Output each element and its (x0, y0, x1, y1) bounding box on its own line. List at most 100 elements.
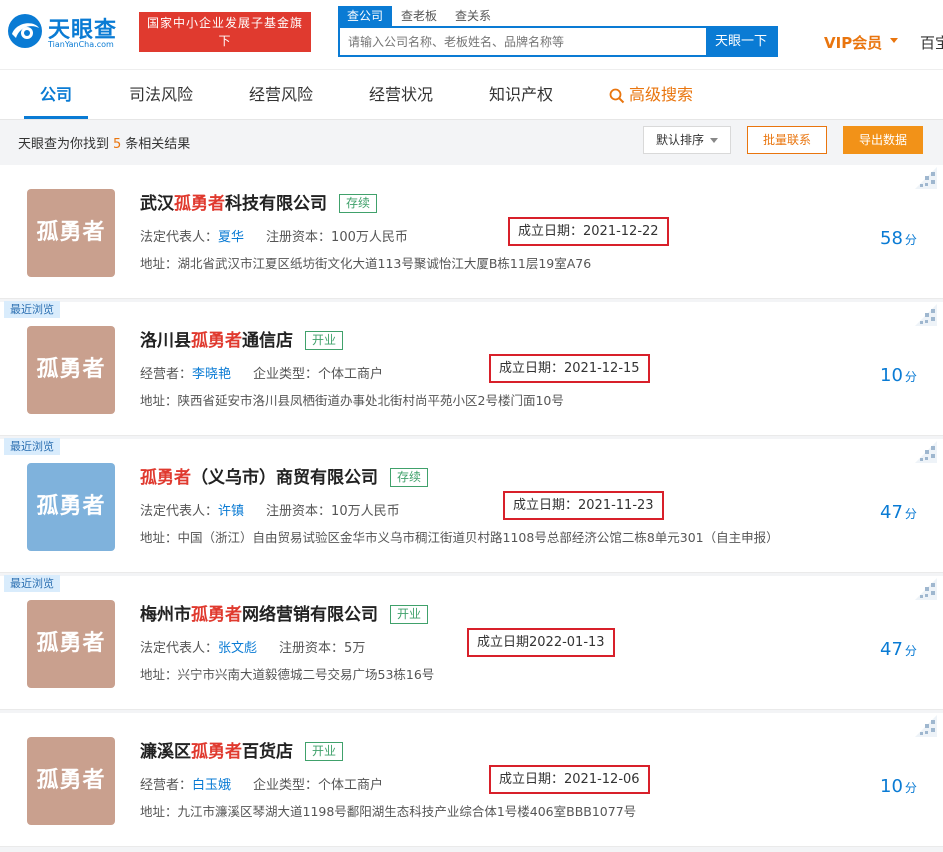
representative-link[interactable]: 李晓艳 (192, 367, 231, 382)
founded-date-highlight: 成立日期：2021-12-22 (508, 217, 669, 246)
nav-tab-ip[interactable]: 知识产权 (489, 70, 553, 120)
company-name-link[interactable]: 孤勇者（义乌市）商贸有限公司 存续 (140, 463, 429, 488)
badge-line-1: 国家中小企业发展子基金旗下 (146, 16, 303, 48)
founded-date-label: 成立日期 (477, 635, 530, 650)
founded-date-label: 成立日期： (499, 772, 565, 787)
company-meta: 法定代表人：许镇 注册资本：10万人民币 (140, 500, 400, 519)
score-unit: 分 (904, 781, 917, 795)
qr-code-icon[interactable] (911, 441, 937, 463)
representative-link[interactable]: 许镇 (218, 504, 244, 519)
search-icon (609, 88, 625, 103)
company-name-suffix: 网络营销有限公司 (242, 605, 378, 625)
company-avatar[interactable]: 孤勇者 (27, 189, 115, 277)
nav-tab-business-risk[interactable]: 经营风险 (249, 70, 313, 120)
chevron-down-icon (890, 38, 898, 43)
company-card[interactable]: 最近浏览孤勇者 梅州市孤勇者网络营销有限公司 开业法定代表人：张文彪 注册资本：5万 成… (0, 575, 943, 710)
sort-dropdown[interactable]: 默认排序 (643, 126, 731, 154)
capital-value: 10万人民币 (331, 504, 400, 519)
score-unit: 分 (904, 233, 917, 247)
company-card[interactable]: 最近浏览 孤勇者 孤勇者（义乌市）商贸有限公司 存续 法定代表人：许镇 注册资本：10万人… (0, 438, 943, 573)
export-data-button[interactable]: 导出数据 (843, 126, 923, 154)
company-name-link[interactable]: 梅州市孤勇者网络营销有限公司 开业 (140, 600, 429, 625)
company-score: 10 分 (880, 365, 917, 386)
founded-date-highlight: 成立日期：2021-12-06 (489, 765, 650, 794)
search-button[interactable]: 天眼一下 (706, 28, 776, 55)
company-card[interactable]: 孤勇者 武汉孤勇者科技有限公司 存续法定代表人：夏华 注册资本：100万人民币 成立日期… (0, 165, 943, 299)
qr-code-icon[interactable] (911, 304, 937, 326)
qr-code-icon[interactable] (911, 715, 937, 737)
company-address: 地址：兴宁市兴南大道毅德城二号交易广场53栋16号 (140, 667, 435, 682)
company-card[interactable]: 孤勇者 濂溪区孤勇者百货店 开业经营者：白玉娥 企业类型：个体工商户 成立日期：2021… (0, 713, 943, 847)
vip-member-link[interactable]: VIP会员 (824, 32, 882, 53)
tab-search-relation[interactable]: 查关系 (446, 6, 500, 26)
qr-code-icon[interactable] (911, 167, 937, 189)
representative-label: 法定代表人： (140, 641, 219, 656)
company-address: 地址：九江市濂溪区琴湖大道1198号鄱阳湖生态科技产业综合体1号楼406室BBB… (140, 804, 637, 819)
search-box: 天眼一下 (338, 26, 778, 57)
nav-tab-business-status[interactable]: 经营状况 (369, 70, 433, 120)
capital-label: 注册资本： (266, 230, 332, 245)
score-value: 10 (880, 776, 903, 797)
score-unit: 分 (904, 370, 917, 384)
nav-tab-company[interactable]: 公司 (40, 70, 72, 120)
founded-date-label: 成立日期： (513, 498, 579, 513)
company-avatar[interactable]: 孤勇者 (27, 326, 115, 414)
company-name-highlight: 孤勇者 (191, 605, 242, 625)
company-name-highlight: 孤勇者 (191, 742, 242, 762)
representative-link[interactable]: 白玉娥 (192, 778, 231, 793)
founded-date-highlight: 成立日期：2021-11-23 (503, 491, 664, 520)
result-suffix: 条相关结果 (125, 137, 191, 152)
tab-search-company[interactable]: 查公司 (338, 6, 393, 26)
capital-label: 注册资本： (266, 504, 332, 519)
company-meta: 法定代表人：张文彪 注册资本：5万 (140, 637, 365, 656)
representative-link[interactable]: 张文彪 (218, 641, 257, 656)
company-address: 地址：湖北省武汉市江夏区纸坊街文化大道113号聚诚怡江大厦B栋11层19室A76 (140, 256, 592, 271)
score-value: 58 (880, 228, 903, 249)
capital-label: 企业类型： (253, 778, 319, 793)
score-unit: 分 (904, 644, 917, 658)
founded-date-label: 成立日期： (499, 361, 565, 376)
search-input[interactable] (340, 28, 707, 55)
company-name-link[interactable]: 濂溪区孤勇者百货店 开业 (140, 737, 344, 762)
founded-date-highlight: 成立日期：2021-12-15 (489, 354, 650, 383)
company-score: 58 分 (880, 228, 917, 249)
logo[interactable]: 天眼查 TianYanCha.com (6, 10, 132, 56)
nav-tab-judicial-risk[interactable]: 司法风险 (129, 70, 193, 120)
representative-label: 经营者： (140, 778, 193, 793)
badge-line-2: 官方备案企业征信机构 (159, 52, 290, 66)
capital-value: 100万人民币 (331, 230, 408, 245)
company-meta: 经营者：白玉娥 企业类型：个体工商户 (140, 774, 383, 793)
representative-link[interactable]: 夏华 (218, 230, 244, 245)
capital-label: 注册资本： (279, 641, 345, 656)
capital-value: 5万 (344, 641, 366, 656)
company-name-suffix: 科技有限公司 (225, 194, 327, 214)
result-count-text: 天眼查为你找到 5 条相关结果 (18, 133, 190, 152)
status-badge: 存续 (390, 468, 429, 487)
recently-viewed-tag: 最近浏览 (4, 575, 60, 592)
result-prefix: 天眼查为你找到 (18, 137, 110, 152)
capital-label: 企业类型： (253, 367, 319, 382)
advanced-search-label: 高级搜索 (629, 85, 694, 104)
status-badge: 开业 (305, 331, 344, 350)
company-avatar[interactable]: 孤勇者 (27, 737, 115, 825)
company-avatar[interactable]: 孤勇者 (27, 463, 115, 551)
company-meta: 法定代表人：夏华 注册资本：100万人民币 (140, 226, 408, 245)
company-address: 地址：陕西省延安市洛川县凤栖街道办事处北街村尚平苑小区2号楼门面10号 (140, 393, 564, 408)
founded-date-value: 2021-12-15 (564, 361, 640, 376)
qr-code-icon[interactable] (911, 578, 937, 600)
company-card[interactable]: 最近浏览 孤勇者 洛川县孤勇者通信店 开业 经营者：李晓艳 企业类型：个体工商户 成立日期：… (0, 301, 943, 436)
company-name-link[interactable]: 洛川县孤勇者通信店 开业 (140, 326, 344, 351)
company-score: 10 分 (880, 776, 917, 797)
company-name-highlight: 孤勇者 (174, 194, 225, 214)
nav-advanced-search[interactable]: 高级搜索 (609, 70, 693, 120)
category-nav: 公司 司法风险 经营风险 经营状况 知识产权 高级搜索 (0, 70, 943, 120)
representative-label: 法定代表人： (140, 230, 219, 245)
bulk-contact-button[interactable]: 批量联系 (747, 126, 827, 154)
tab-search-boss[interactable]: 查老板 (392, 6, 446, 26)
capital-value: 个体工商户 (318, 778, 384, 793)
company-name-link[interactable]: 武汉孤勇者科技有限公司 存续 (140, 189, 378, 214)
company-avatar[interactable]: 孤勇者 (27, 600, 115, 688)
company-score: 47 分 (880, 502, 917, 523)
score-unit: 分 (904, 507, 917, 521)
baike-link[interactable]: 百宝 (920, 32, 943, 53)
